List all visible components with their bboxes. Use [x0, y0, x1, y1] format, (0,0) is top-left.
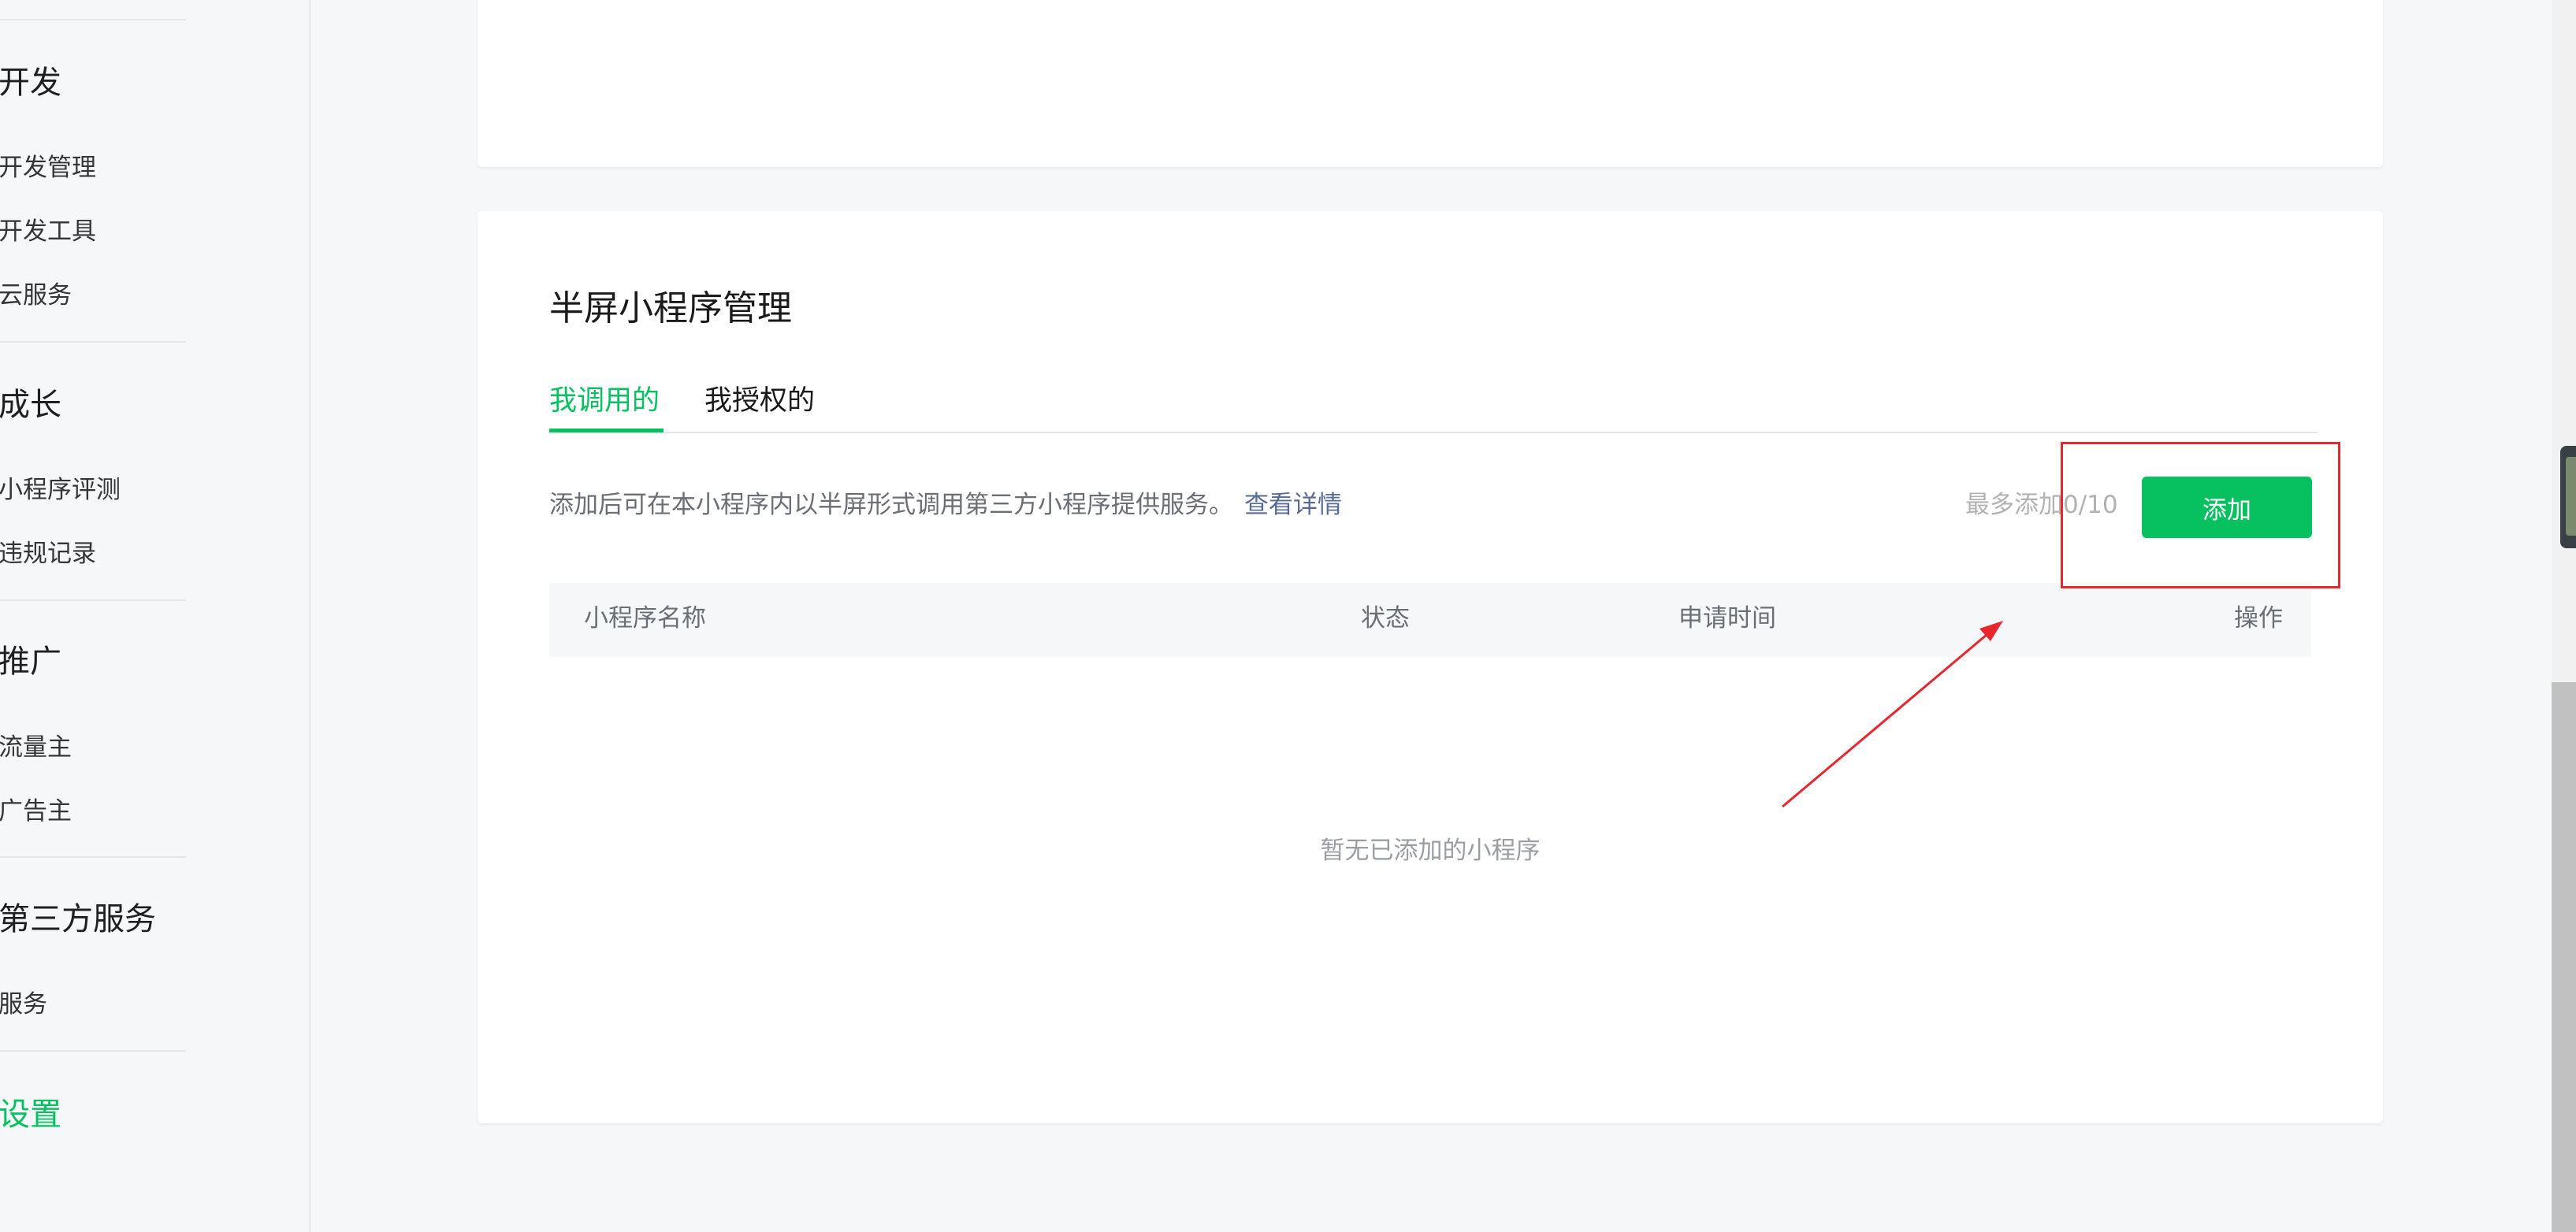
card-title: 半屏小程序管理 — [549, 288, 792, 328]
tab-my-authorized[interactable]: 我授权的 — [704, 388, 815, 415]
sidebar-divider — [0, 1050, 186, 1052]
tab-active-indicator — [549, 429, 664, 432]
tabs-divider — [549, 432, 2318, 433]
sidebar-item-evaluation[interactable]: 小程序评测 — [0, 478, 121, 503]
sidebar-group-promotion: 推广 — [0, 644, 61, 680]
sidebar-divider — [0, 341, 186, 343]
top-card — [478, 0, 2383, 167]
sidebar-group-dev: 开发 — [0, 65, 61, 101]
sidebar: 开发 开发管理 开发工具 云服务 成长 小程序评测 违规记录 推广 流量主 广告… — [0, 0, 310, 1232]
sidebar-item-cloud-service[interactable]: 云服务 — [0, 284, 72, 308]
floating-widget-icon — [2566, 457, 2576, 536]
table-header: 小程序名称 状态 申请时间 操作 — [549, 583, 2311, 657]
sidebar-divider — [0, 599, 186, 601]
annotation-highlight-box — [2061, 442, 2340, 588]
half-screen-miniprogram-card: 半屏小程序管理 我调用的 我授权的 添加后可在本小程序内以半屏形式调用第三方小程… — [478, 211, 2383, 1123]
view-details-link[interactable]: 查看详情 — [1244, 491, 1342, 519]
column-header-actions: 操作 — [2234, 604, 2283, 633]
description-text: 添加后可在本小程序内以半屏形式调用第三方小程序提供服务。 — [549, 491, 1233, 519]
sidebar-item-settings[interactable]: 设置 — [0, 1099, 61, 1130]
sidebar-item-dev-tools[interactable]: 开发工具 — [0, 220, 96, 244]
sidebar-item-service[interactable]: 服务 — [0, 993, 47, 1017]
sidebar-item-advertiser[interactable]: 广告主 — [0, 800, 72, 824]
sidebar-divider — [0, 856, 186, 858]
sidebar-divider — [0, 19, 186, 20]
sidebar-group-growth: 成长 — [0, 387, 61, 423]
empty-state-text: 暂无已添加的小程序 — [1320, 837, 1541, 865]
column-header-status: 状态 — [1361, 604, 1410, 633]
scrollbar-thumb[interactable] — [2552, 682, 2576, 1232]
column-header-apply-time: 申请时间 — [1678, 604, 1776, 633]
sidebar-group-third-party: 第三方服务 — [0, 901, 156, 937]
sidebar-item-traffic-owner[interactable]: 流量主 — [0, 736, 72, 760]
sidebar-item-dev-management[interactable]: 开发管理 — [0, 156, 96, 180]
sidebar-item-violations[interactable]: 违规记录 — [0, 542, 96, 566]
tab-my-calls[interactable]: 我调用的 — [549, 388, 660, 415]
description: 添加后可在本小程序内以半屏形式调用第三方小程序提供服务。 查看详情 — [549, 493, 1342, 518]
column-header-name: 小程序名称 — [584, 604, 706, 633]
